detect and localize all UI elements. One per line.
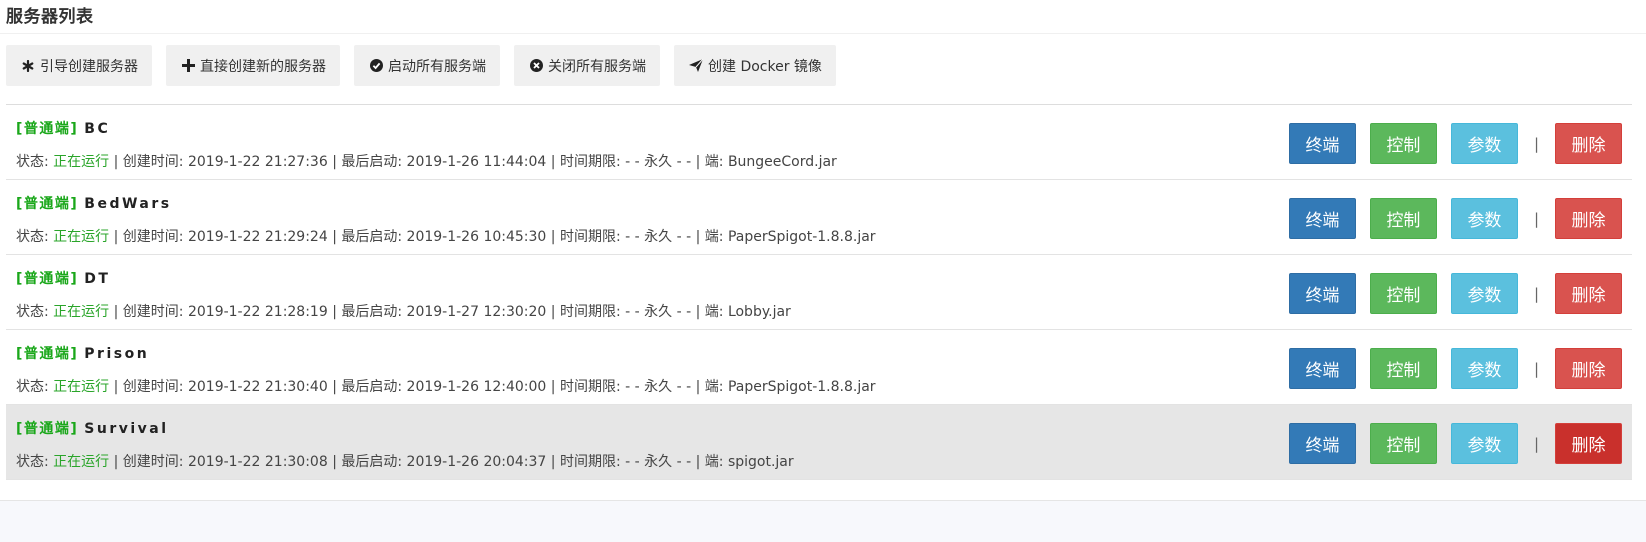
toolbar-label: 直接创建新的服务器 bbox=[200, 58, 326, 75]
terminal-button[interactable]: 终端 bbox=[1288, 123, 1356, 164]
server-info: 状态: 正在运行 | 创建时间: 2019-1-22 21:30:40 | 最后… bbox=[16, 379, 876, 395]
params-button[interactable]: 参数 bbox=[1450, 423, 1518, 464]
control-button[interactable]: 控制 bbox=[1369, 198, 1437, 239]
jar-file: Lobby.jar bbox=[727, 304, 791, 320]
separator: | bbox=[1533, 284, 1539, 303]
last-start-time: 2019-1-26 20:04:37 bbox=[406, 454, 547, 470]
separator: | bbox=[1533, 134, 1539, 153]
server-row: [普通端] Prison 状态: 正在运行 | 创建时间: 2019-1-22 2… bbox=[6, 330, 1632, 405]
server-type-tag: [普通端] bbox=[16, 196, 79, 212]
time-limit: - - 永久 - - bbox=[625, 304, 692, 320]
params-button[interactable]: 参数 bbox=[1450, 273, 1518, 314]
status-text: 正在运行 bbox=[53, 154, 110, 170]
last-start-time: 2019-1-27 12:30:20 bbox=[406, 304, 547, 320]
toolbar-label: 关闭所有服务端 bbox=[548, 58, 646, 75]
start-all-button[interactable]: 启动所有服务端 bbox=[354, 45, 500, 86]
last-start-time: 2019-1-26 11:44:04 bbox=[406, 154, 547, 170]
created-time: 2019-1-22 21:27:36 bbox=[187, 154, 328, 170]
status-text: 正在运行 bbox=[53, 379, 110, 395]
row-actions: 终端 控制 参数 | 删除 bbox=[1288, 273, 1622, 314]
status-text: 正在运行 bbox=[53, 454, 110, 470]
delete-button[interactable]: 删除 bbox=[1555, 273, 1622, 314]
time-limit: - - 永久 - - bbox=[625, 229, 692, 245]
server-name[interactable]: DT bbox=[84, 271, 110, 287]
server-info: 状态: 正在运行 | 创建时间: 2019-1-22 21:29:24 | 最后… bbox=[16, 229, 876, 245]
server-type-tag: [普通端] bbox=[16, 271, 79, 287]
last-start-time: 2019-1-26 10:45:30 bbox=[406, 229, 547, 245]
check-circle-icon bbox=[368, 59, 384, 72]
create-server-button[interactable]: 直接创建新的服务器 bbox=[166, 45, 340, 86]
server-row: [普通端] BedWars 状态: 正在运行 | 创建时间: 2019-1-22 … bbox=[6, 180, 1632, 255]
server-list: [普通端] BC 状态: 正在运行 | 创建时间: 2019-1-22 21:27… bbox=[6, 104, 1632, 480]
plus-icon bbox=[180, 59, 196, 72]
close-circle-icon bbox=[528, 59, 544, 72]
jar-file: PaperSpigot-1.8.8.jar bbox=[727, 229, 876, 245]
terminal-button[interactable]: 终端 bbox=[1288, 348, 1356, 389]
server-info: 状态: 正在运行 | 创建时间: 2019-1-22 21:27:36 | 最后… bbox=[16, 154, 837, 170]
control-button[interactable]: 控制 bbox=[1369, 273, 1437, 314]
delete-button[interactable]: 删除 bbox=[1555, 348, 1622, 389]
row-actions: 终端 控制 参数 | 删除 bbox=[1288, 423, 1622, 464]
server-row: [普通端] DT 状态: 正在运行 | 创建时间: 2019-1-22 21:28… bbox=[6, 255, 1632, 330]
server-type-tag: [普通端] bbox=[16, 346, 79, 362]
created-time: 2019-1-22 21:30:08 bbox=[187, 454, 328, 470]
server-list-panel: 服务器列表 引导创建服务器 直接创建新的服务器 启动所有服务端 关闭所有服务端 bbox=[0, 0, 1646, 501]
server-row: [普通端] BC 状态: 正在运行 | 创建时间: 2019-1-22 21:27… bbox=[6, 105, 1632, 180]
server-type-tag: [普通端] bbox=[16, 121, 79, 137]
created-time: 2019-1-22 21:29:24 bbox=[187, 229, 328, 245]
row-actions: 终端 控制 参数 | 删除 bbox=[1288, 348, 1622, 389]
asterisk-icon bbox=[20, 59, 36, 72]
params-button[interactable]: 参数 bbox=[1450, 123, 1518, 164]
jar-file: PaperSpigot-1.8.8.jar bbox=[727, 379, 876, 395]
server-name[interactable]: BedWars bbox=[84, 196, 171, 212]
control-button[interactable]: 控制 bbox=[1369, 348, 1437, 389]
separator: | bbox=[1533, 359, 1539, 378]
status-text: 正在运行 bbox=[53, 229, 110, 245]
server-name[interactable]: Survival bbox=[84, 421, 168, 437]
page-title: 服务器列表 bbox=[6, 7, 94, 27]
server-name[interactable]: BC bbox=[84, 121, 110, 137]
params-button[interactable]: 参数 bbox=[1450, 198, 1518, 239]
created-time: 2019-1-22 21:28:19 bbox=[187, 304, 328, 320]
row-actions: 终端 控制 参数 | 删除 bbox=[1288, 198, 1622, 239]
delete-button[interactable]: 删除 bbox=[1555, 123, 1622, 164]
toolbar-label: 启动所有服务端 bbox=[388, 58, 486, 75]
delete-button[interactable]: 删除 bbox=[1555, 198, 1622, 239]
paper-plane-icon bbox=[688, 59, 704, 72]
server-info: 状态: 正在运行 | 创建时间: 2019-1-22 21:30:08 | 最后… bbox=[16, 454, 794, 470]
terminal-button[interactable]: 终端 bbox=[1288, 273, 1356, 314]
time-limit: - - 永久 - - bbox=[625, 454, 692, 470]
terminal-button[interactable]: 终端 bbox=[1288, 423, 1356, 464]
last-start-time: 2019-1-26 12:40:00 bbox=[406, 379, 547, 395]
status-text: 正在运行 bbox=[53, 304, 110, 320]
jar-file: spigot.jar bbox=[727, 454, 794, 470]
separator: | bbox=[1533, 434, 1539, 453]
jar-file: BungeeCord.jar bbox=[727, 154, 837, 170]
separator: | bbox=[1533, 209, 1539, 228]
server-row: [普通端] Survival 状态: 正在运行 | 创建时间: 2019-1-22… bbox=[6, 405, 1632, 480]
divider bbox=[0, 33, 1646, 34]
row-actions: 终端 控制 参数 | 删除 bbox=[1288, 123, 1622, 164]
toolbar-label: 创建 Docker 镜像 bbox=[708, 58, 822, 75]
delete-button[interactable]: 删除 bbox=[1555, 423, 1622, 464]
toolbar: 引导创建服务器 直接创建新的服务器 启动所有服务端 关闭所有服务端 创建 Doc… bbox=[6, 45, 850, 86]
toolbar-label: 引导创建服务器 bbox=[40, 58, 138, 75]
time-limit: - - 永久 - - bbox=[625, 154, 692, 170]
terminal-button[interactable]: 终端 bbox=[1288, 198, 1356, 239]
server-type-tag: [普通端] bbox=[16, 421, 79, 437]
guided-create-server-button[interactable]: 引导创建服务器 bbox=[6, 45, 152, 86]
create-docker-image-button[interactable]: 创建 Docker 镜像 bbox=[674, 45, 836, 86]
server-name[interactable]: Prison bbox=[84, 346, 149, 362]
server-info: 状态: 正在运行 | 创建时间: 2019-1-22 21:28:19 | 最后… bbox=[16, 304, 791, 320]
created-time: 2019-1-22 21:30:40 bbox=[187, 379, 328, 395]
control-button[interactable]: 控制 bbox=[1369, 423, 1437, 464]
stop-all-button[interactable]: 关闭所有服务端 bbox=[514, 45, 660, 86]
control-button[interactable]: 控制 bbox=[1369, 123, 1437, 164]
time-limit: - - 永久 - - bbox=[625, 379, 692, 395]
params-button[interactable]: 参数 bbox=[1450, 348, 1518, 389]
